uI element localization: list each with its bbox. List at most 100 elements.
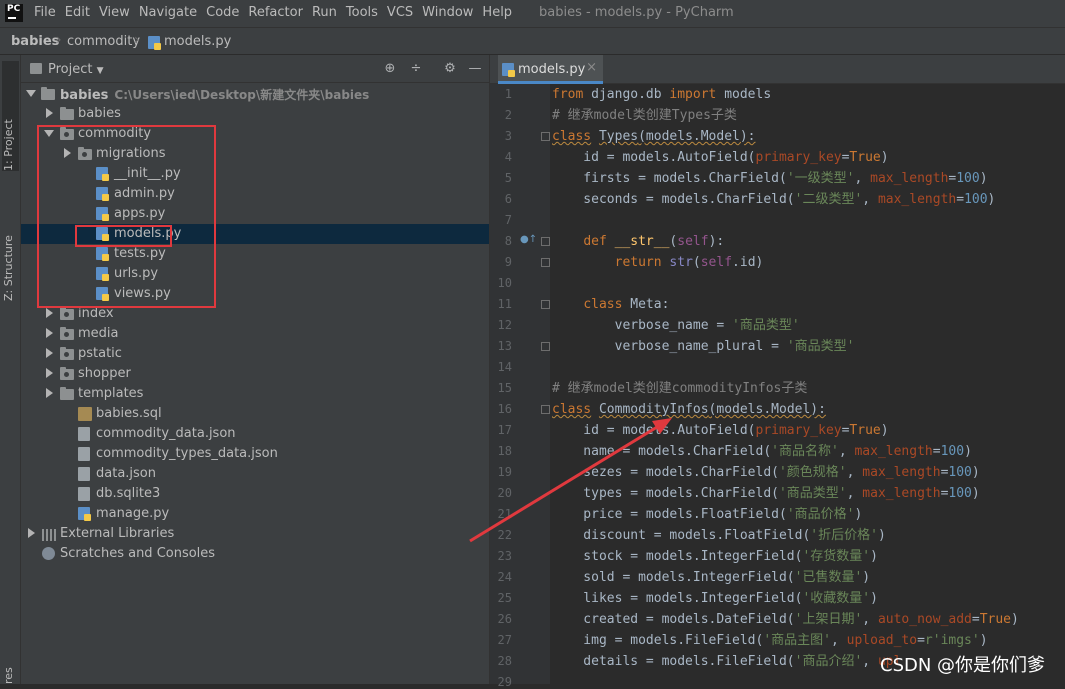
menu-window[interactable]: Window	[422, 5, 479, 20]
scratches-icon	[42, 547, 55, 560]
folder-icon	[60, 387, 74, 400]
fold-marker-icon[interactable]	[541, 258, 550, 267]
tab-project[interactable]: 1: Project	[2, 61, 19, 171]
tree-item-babies-sql[interactable]: babies.sql	[21, 404, 489, 424]
chevron-right-icon: ›	[56, 32, 62, 48]
tree-item-db-sqlite3[interactable]: db.sqlite3	[21, 484, 489, 504]
code-line: class Types(models.Model):	[552, 129, 756, 144]
line-number: 23	[497, 549, 512, 563]
data-file-icon	[78, 487, 90, 501]
menu-navigate[interactable]: Navigate	[139, 5, 203, 20]
locate-icon[interactable]: ⊕	[383, 62, 397, 76]
menu-run[interactable]: Run	[312, 5, 343, 20]
breadcrumb-item-models[interactable]: models.py	[164, 34, 231, 49]
tab-structure[interactable]: Z: Structure	[2, 201, 19, 301]
breadcrumb-item-babies[interactable]: babies	[11, 34, 59, 49]
chevron-right-icon[interactable]	[46, 108, 53, 118]
code-line: class CommodityInfos(models.Model):	[552, 402, 826, 417]
python-file-icon	[502, 63, 515, 77]
chevron-right-icon[interactable]	[28, 528, 35, 538]
line-number: 18	[497, 444, 512, 458]
chevron-right-icon[interactable]	[46, 388, 53, 398]
folder-icon	[60, 327, 74, 340]
code-line: details = models.FileField('商品介绍', upl	[552, 654, 902, 669]
tree-item-commodity-types-data-json[interactable]: commodity_types_data.json	[21, 444, 489, 464]
tree-item-media[interactable]: media	[21, 324, 489, 344]
menu-bar: PC File Edit View Navigate Code Refactor Run To…	[0, 0, 1065, 28]
line-number: 2	[504, 108, 512, 122]
editor-tab-bar: models.py ×	[490, 55, 1065, 84]
tab-models-py[interactable]: models.py ×	[498, 55, 603, 84]
collapse-all-icon[interactable]: ÷	[409, 62, 423, 76]
tree-item-manage-py[interactable]: manage.py	[21, 504, 489, 524]
tree-item-data-json[interactable]: data.json	[21, 464, 489, 484]
menu-edit[interactable]: Edit	[65, 5, 96, 20]
menu-view[interactable]: View	[99, 5, 136, 20]
gear-icon[interactable]: ⚙	[443, 62, 457, 76]
fold-marker-icon[interactable]	[541, 405, 550, 414]
fold-marker-icon[interactable]	[541, 342, 550, 351]
menu-file[interactable]: File	[34, 5, 62, 20]
tree-item-label: media	[78, 326, 119, 341]
line-number: 1	[504, 87, 512, 101]
fold-marker-icon[interactable]	[541, 237, 550, 246]
folder-icon	[60, 307, 74, 320]
code-line: verbose_name = '商品类型'	[552, 318, 800, 333]
code-line: id = models.AutoField(primary_key=True)	[552, 423, 889, 438]
chevron-right-icon[interactable]	[46, 348, 53, 358]
menu-items: File Edit View Navigate Code Refactor Run Tools…	[34, 5, 521, 20]
code-line: return str(self.id)	[614, 255, 764, 270]
tree-item-babies[interactable]: babies	[21, 104, 489, 124]
menu-refactor[interactable]: Refactor	[248, 5, 309, 20]
tree-item-shopper[interactable]: shopper	[21, 364, 489, 384]
project-panel: Project ▼ ⊕ ÷ ⚙ — babies C:\Users\ied\Des…	[21, 55, 489, 684]
chevron-right-icon[interactable]	[46, 368, 53, 378]
tab-label: models.py	[518, 62, 586, 77]
breadcrumb-item-commodity[interactable]: commodity	[67, 34, 140, 49]
fold-marker-icon[interactable]	[541, 300, 550, 309]
tree-item-pstatic[interactable]: pstatic	[21, 344, 489, 364]
code-line: discount = models.FloatField('折后价格')	[552, 528, 886, 543]
code-line: seconds = models.CharField('二级类型', max_l…	[552, 192, 996, 207]
code-line: firsts = models.CharField('一级类型', max_le…	[552, 171, 988, 186]
line-number: 28	[497, 654, 512, 668]
override-icon[interactable]: ●↑	[520, 234, 537, 245]
tree-root[interactable]: babies C:\Users\ied\Desktop\新建文件夹\babies	[21, 84, 489, 104]
project-view-selector[interactable]: Project ▼	[48, 62, 104, 77]
minimize-icon[interactable]: —	[468, 62, 482, 76]
tree-item-commodity-data-json[interactable]: commodity_data.json	[21, 424, 489, 444]
python-file-icon	[78, 507, 91, 521]
fold-marker-icon[interactable]	[541, 132, 550, 141]
tree-item-scratches-and-consoles[interactable]: Scratches and Consoles	[21, 544, 489, 564]
line-number: 27	[497, 633, 512, 647]
tree-item-label: manage.py	[96, 506, 170, 521]
tab-bottom[interactable]: res	[2, 661, 19, 684]
close-icon[interactable]: ×	[586, 60, 597, 75]
line-gutter: 1 2 3 4 5 6 7 8 ●↑ 9 10 11 12 13 14 15 16 17 18 19 20 21 22 23 2…	[490, 84, 550, 689]
menu-vcs[interactable]: VCS	[387, 5, 419, 20]
tree-item-label: commodity_data.json	[96, 426, 236, 441]
code-line: class Meta:	[583, 297, 670, 312]
menu-help[interactable]: Help	[482, 5, 518, 20]
chevron-right-icon[interactable]	[46, 308, 53, 318]
tree-item-templates[interactable]: templates	[21, 384, 489, 404]
line-number: 29	[497, 675, 512, 689]
python-file-icon	[148, 36, 161, 50]
tree-item-label: commodity_types_data.json	[96, 446, 278, 461]
menu-code[interactable]: Code	[206, 5, 245, 20]
line-number: 26	[497, 612, 512, 626]
folder-icon	[41, 87, 55, 100]
code-line: stock = models.IntegerField('存货数量')	[552, 549, 878, 564]
root-path: C:\Users\ied\Desktop\新建文件夹\babies	[114, 88, 370, 102]
tree-item-label: External Libraries	[60, 526, 175, 541]
line-number: 10	[497, 276, 512, 290]
code-line: # 继承model类创建Types子类	[552, 108, 737, 123]
chevron-right-icon[interactable]	[46, 328, 53, 338]
menu-tools[interactable]: Tools	[346, 5, 384, 20]
line-number: 8	[504, 234, 512, 248]
tree-item-external-libraries[interactable]: External Libraries	[21, 524, 489, 544]
line-number: 3	[504, 129, 512, 143]
line-number: 15	[497, 381, 512, 395]
code-line: id = models.AutoField(primary_key=True)	[552, 150, 889, 165]
code-line: likes = models.IntegerField('收藏数量')	[552, 591, 878, 606]
